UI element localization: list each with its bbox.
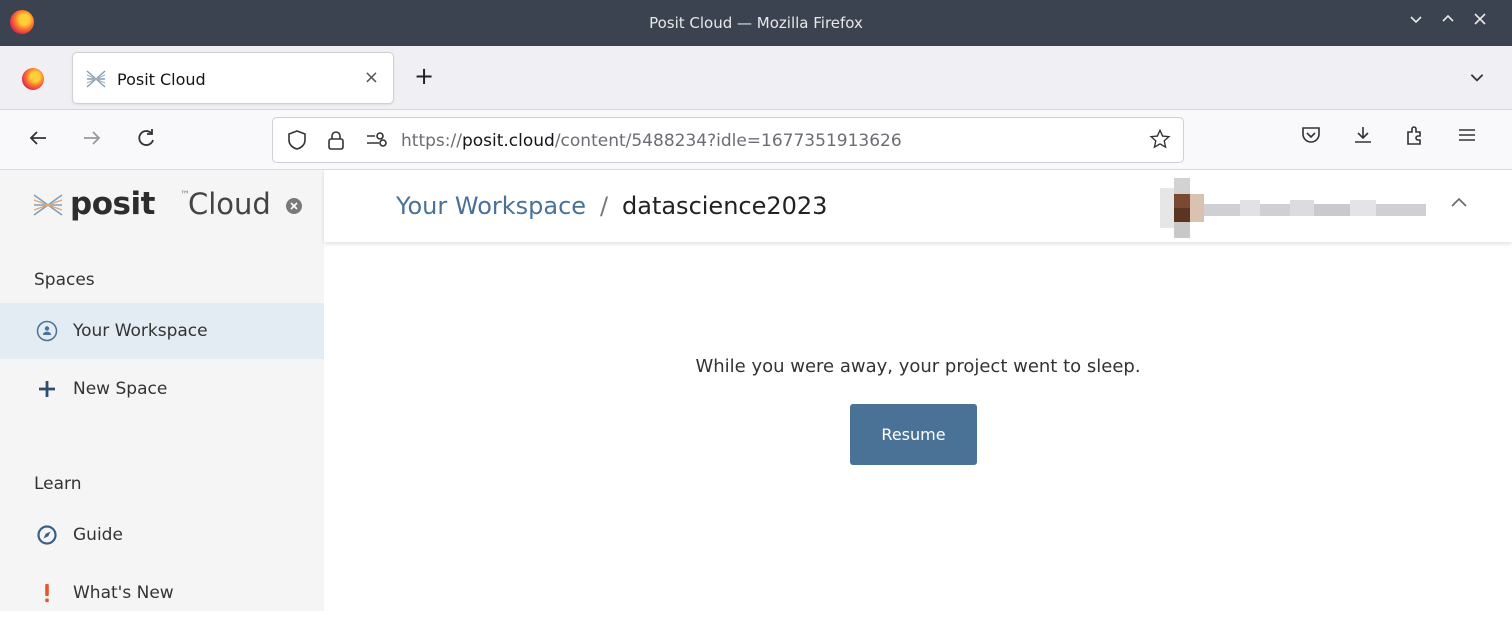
content-header: Your Workspace / datascience2023 <box>324 170 1512 242</box>
resume-button[interactable]: Resume <box>850 404 977 465</box>
window-title: Posit Cloud — Mozilla Firefox <box>649 14 863 32</box>
brand-posit: posit <box>70 186 155 222</box>
bookmark-star-icon <box>1149 128 1171 149</box>
download-icon <box>1355 127 1371 143</box>
learn-heading: Learn <box>34 474 82 494</box>
bookmark-button[interactable] <box>1149 128 1171 155</box>
menu-icon <box>1459 129 1475 141</box>
sidebar-item-guide[interactable]: Guide <box>0 507 324 563</box>
sidebar-item-label: What's New <box>73 583 174 603</box>
user-circle-icon <box>36 320 58 342</box>
extensions-icon <box>1407 126 1421 145</box>
address-bar[interactable]: https://posit.cloud/content/5488234?idle… <box>272 117 1184 163</box>
permissions-button[interactable] <box>365 129 387 154</box>
chevron-up-icon <box>1442 14 1454 22</box>
collapse-header-button[interactable] <box>1448 192 1470 220</box>
shield-icon <box>288 130 306 150</box>
close-sidebar-button[interactable] <box>286 198 302 214</box>
window-close-button[interactable] <box>1470 11 1490 31</box>
tab-posit-cloud[interactable]: Posit Cloud × <box>72 52 394 104</box>
sidebar-item-label: Your Workspace <box>73 321 208 341</box>
chevron-down-icon <box>1410 16 1422 24</box>
downloads-button[interactable] <box>1352 124 1374 151</box>
user-account-avatar[interactable] <box>1160 178 1430 238</box>
sidebar: posit ™ Cloud Spaces Your Workspace New … <box>0 170 324 611</box>
list-all-tabs-button[interactable] <box>1468 68 1486 90</box>
reload-button[interactable] <box>134 126 158 157</box>
tab-title: Posit Cloud <box>117 70 206 89</box>
plus-icon <box>39 381 55 397</box>
chevron-down-icon <box>1470 74 1484 82</box>
back-button[interactable] <box>26 126 50 157</box>
exclamation-icon <box>45 584 49 603</box>
pocket-button[interactable] <box>1300 124 1322 151</box>
window-titlebar: Posit Cloud — Mozilla Firefox <box>0 0 1512 46</box>
permissions-icon <box>367 132 387 147</box>
new-tab-button[interactable]: + <box>414 64 434 88</box>
compass-icon <box>37 525 57 545</box>
sidebar-item-label: Guide <box>73 525 123 545</box>
maximize-button[interactable] <box>1438 11 1458 31</box>
tracking-protection-button[interactable] <box>287 129 307 156</box>
sidebar-item-label: New Space <box>73 379 168 399</box>
lock-icon <box>328 131 344 150</box>
posit-logo-icon <box>33 194 63 216</box>
close-icon <box>1474 13 1486 25</box>
back-icon <box>29 131 46 145</box>
pocket-icon <box>1302 127 1320 143</box>
breadcrumb-workspace-link[interactable]: Your Workspace <box>396 192 586 220</box>
minimize-button[interactable] <box>1406 11 1426 31</box>
sidebar-item-whats-new[interactable]: What's New <box>0 565 324 621</box>
tab-strip: Posit Cloud × + <box>0 46 1512 110</box>
site-security-button[interactable] <box>327 129 345 156</box>
posit-favicon-icon <box>86 70 106 88</box>
web-page: posit ™ Cloud Spaces Your Workspace New … <box>0 170 1512 611</box>
url-text[interactable]: https://posit.cloud/content/5488234?idle… <box>401 131 902 151</box>
sidebar-item-new-space[interactable]: New Space <box>0 361 324 417</box>
spaces-heading: Spaces <box>34 270 95 290</box>
brand-cloud: Cloud <box>188 187 271 221</box>
navigation-toolbar: https://posit.cloud/content/5488234?idle… <box>0 110 1512 170</box>
tab-close-icon[interactable]: × <box>364 67 379 88</box>
forward-button[interactable] <box>80 126 104 157</box>
sleep-message: While you were away, your project went t… <box>695 356 1141 377</box>
breadcrumb-current-project: datascience2023 <box>622 192 828 220</box>
app-menu-button[interactable] <box>1456 124 1478 151</box>
breadcrumb-separator: / <box>600 192 609 220</box>
forward-icon <box>84 131 101 145</box>
reload-icon <box>138 129 154 146</box>
extensions-button[interactable] <box>1404 124 1426 151</box>
firefox-view-button[interactable] <box>22 68 44 90</box>
sidebar-item-your-workspace[interactable]: Your Workspace <box>0 303 324 359</box>
close-icon <box>290 202 298 210</box>
chevron-up-icon <box>1451 197 1467 207</box>
